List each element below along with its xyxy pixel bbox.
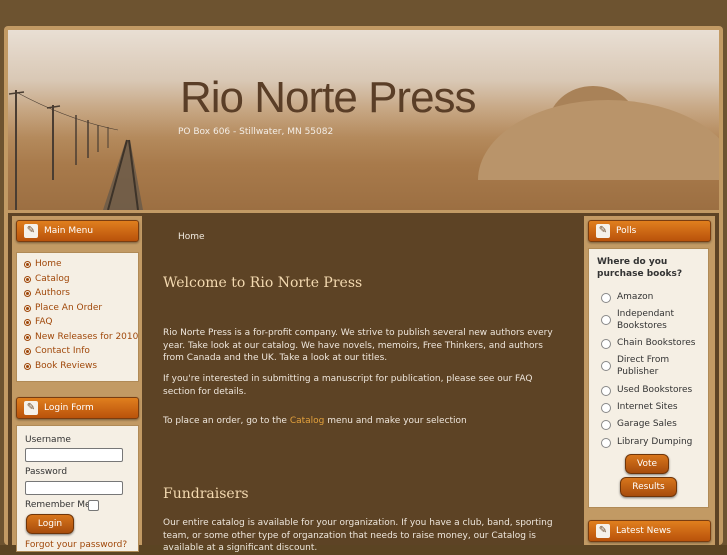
main-content: Home Welcome to Rio Norte Press Rio Nort… (147, 213, 575, 553)
radio-button[interactable] (601, 315, 611, 325)
remember-me-checkbox[interactable] (88, 500, 99, 511)
results-button[interactable]: Results (620, 477, 677, 497)
radio-button[interactable] (601, 386, 611, 396)
menu-item-reviews[interactable]: Book Reviews (23, 359, 138, 374)
radio-button[interactable] (601, 403, 611, 413)
pencil-icon: ✎ (596, 524, 610, 538)
order-text-before: To place an order, go to the (163, 416, 290, 426)
poll-question: Where do you purchase books? (597, 257, 683, 279)
username-input[interactable] (25, 448, 123, 462)
menu-item-catalog[interactable]: Catalog (23, 272, 138, 287)
poll-option-label: Direct From Publisher (617, 355, 670, 377)
breadcrumb[interactable]: Home (178, 232, 205, 242)
site-title[interactable]: Rio Norte Press (180, 73, 477, 123)
menu-item-home[interactable]: Home (23, 257, 138, 272)
pencil-icon: ✎ (24, 401, 38, 415)
login-button[interactable]: Login (26, 514, 74, 534)
menu-item-authors[interactable]: Authors (23, 286, 138, 301)
remember-me-label: Remember Me (25, 500, 91, 510)
pencil-icon: ✎ (24, 224, 38, 238)
username-label: Username (25, 435, 71, 445)
menu-item-contact[interactable]: Contact Info (23, 344, 138, 359)
fundraisers-paragraph: Our entire catalog is available for your… (163, 518, 553, 553)
password-input[interactable] (25, 481, 123, 495)
menu-item-place-order[interactable]: Place An Order (23, 301, 138, 316)
poll-option-label: Amazon (617, 292, 654, 302)
radio-button[interactable] (601, 339, 611, 349)
password-label: Password (25, 467, 68, 477)
poll-option-label: Used Bookstores (617, 385, 693, 395)
intro-paragraph: Rio Norte Press is a for-profit company.… (163, 328, 553, 363)
menu-item-faq[interactable]: FAQ (23, 315, 138, 330)
main-menu-title: Main Menu (44, 226, 94, 236)
latest-news-header: ✎ Latest News (588, 520, 711, 542)
main-menu-list: Home Catalog Authors Place An Order FAQ … (23, 257, 138, 373)
forgot-password-link[interactable]: Forgot your password? (25, 540, 127, 550)
poll-option-label: Library Dumping (617, 437, 693, 447)
main-menu-box: Home Catalog Authors Place An Order FAQ … (16, 252, 139, 382)
latest-news-title: Latest News (616, 526, 671, 536)
fundraisers-heading: Fundraisers (163, 486, 249, 502)
radio-button[interactable] (601, 361, 611, 371)
order-text-after: menu and make your selection (324, 416, 467, 426)
welcome-heading: Welcome to Rio Norte Press (163, 275, 363, 291)
poll-option-label: Internet Sites (617, 402, 678, 412)
radio-button[interactable] (601, 293, 611, 303)
main-menu-header: ✎ Main Menu (16, 220, 139, 242)
catalog-link[interactable]: Catalog (290, 416, 325, 426)
vote-button[interactable]: Vote (625, 454, 669, 474)
poll-option-label: Chain Bookstores (617, 338, 696, 348)
login-form-header: ✎ Login Form (16, 397, 139, 419)
menu-item-new-releases[interactable]: New Releases for 2010 (23, 330, 138, 345)
order-paragraph: To place an order, go to the Catalog men… (163, 415, 563, 428)
radio-button[interactable] (601, 438, 611, 448)
login-form-title: Login Form (44, 403, 94, 413)
poll-option-label: Garage Sales (617, 419, 677, 429)
login-form-box: Username Password Remember Me Login Forg… (16, 425, 139, 552)
manuscript-paragraph: If you're interested in submitting a man… (163, 374, 533, 397)
site-address: PO Box 606 - Stillwater, MN 55082 (178, 127, 334, 137)
radio-button[interactable] (601, 420, 611, 430)
poll-option-label: Independant Bookstores (617, 309, 675, 331)
